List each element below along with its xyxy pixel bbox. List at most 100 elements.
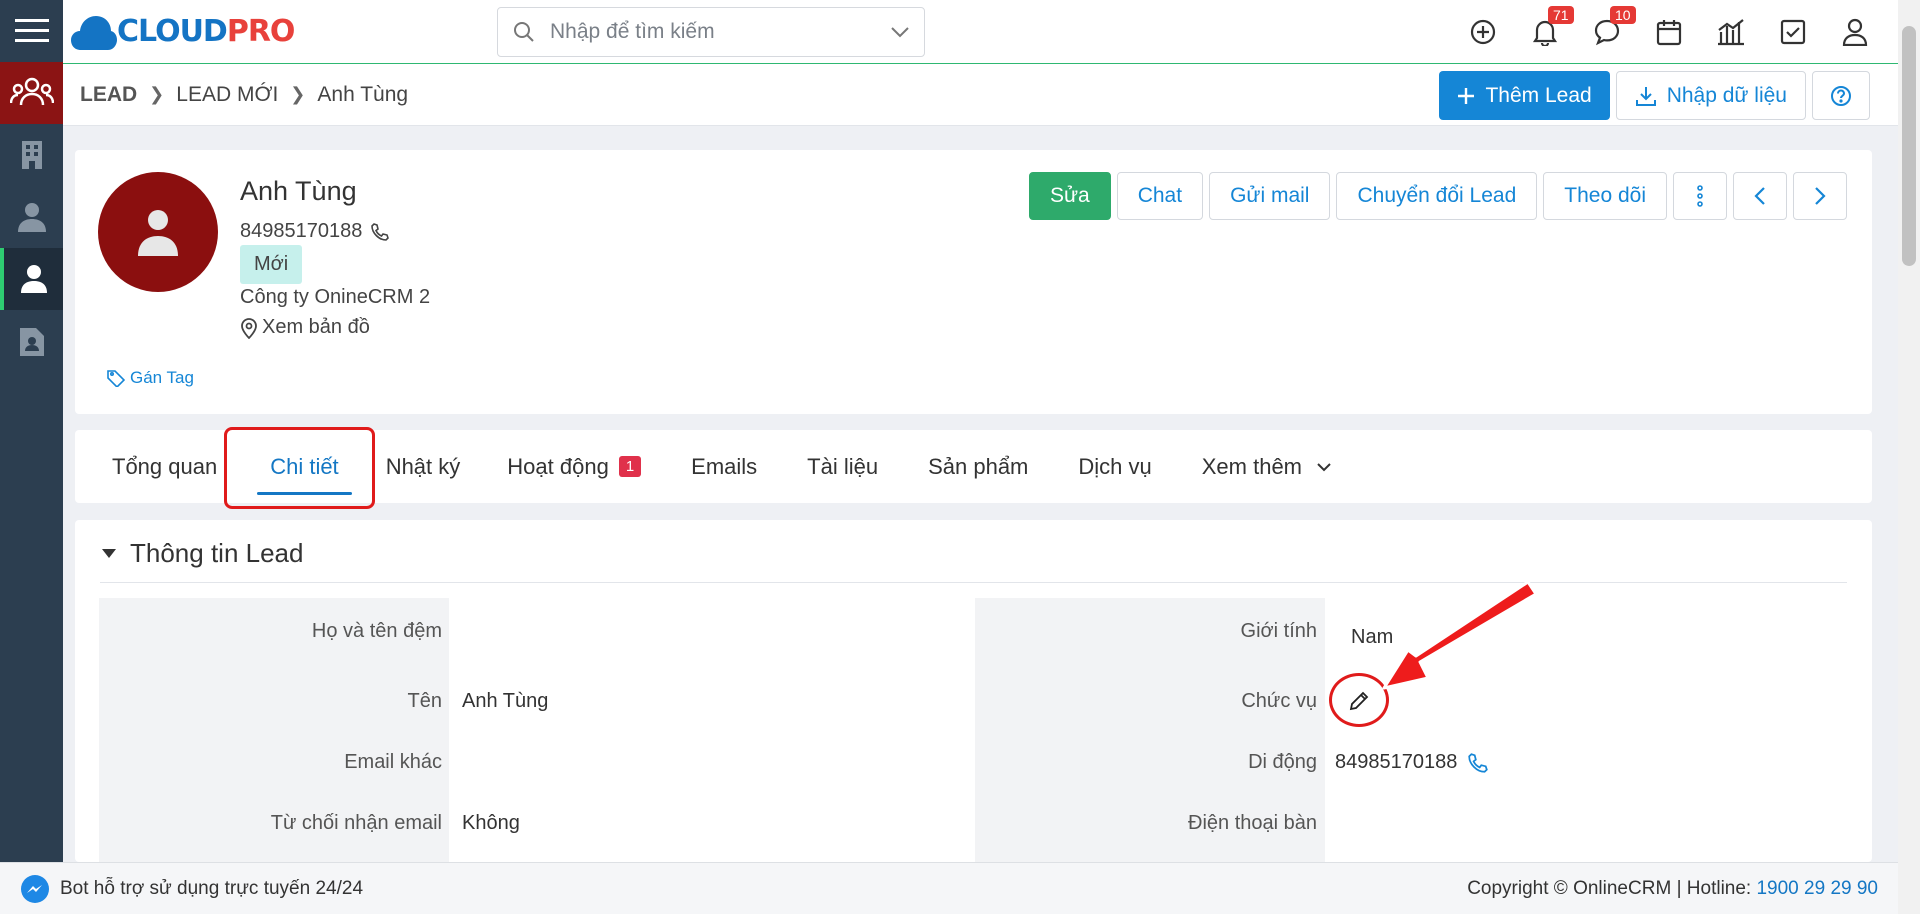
breadcrumb: LEAD ❯ LEAD MỚI ❯ Anh Tùng	[80, 83, 408, 107]
map-pin-icon	[241, 317, 257, 339]
notifications-button[interactable]: 71	[1514, 0, 1576, 64]
field-value-mobile[interactable]: 84985170188	[1335, 751, 1489, 774]
messenger-icon	[21, 874, 49, 903]
hotline-label: Hotline:	[1686, 877, 1752, 899]
chevron-down-icon[interactable]	[890, 26, 910, 38]
search-icon	[514, 22, 534, 42]
logo-text: CLOUDPRO	[117, 14, 295, 49]
sidebar	[0, 0, 63, 862]
section-header[interactable]: Thông tin Lead	[102, 538, 303, 569]
header-actions: Thêm Lead Nhập dữ liệu	[1439, 71, 1870, 120]
quick-add-button[interactable]	[1452, 0, 1514, 64]
previous-record-button[interactable]	[1733, 172, 1787, 220]
tab-activities-label: Hoạt động	[507, 453, 609, 479]
support-bot-text: Bot hỗ trợ sử dụng trực tuyến 24/24	[60, 877, 364, 899]
notifications-count-badge: 71	[1548, 6, 1574, 24]
breadcrumb-lead[interactable]: LEAD	[80, 83, 137, 107]
phone-icon[interactable]	[1467, 752, 1489, 774]
status-badge: Mới	[240, 245, 303, 284]
chevron-right-icon	[1815, 187, 1826, 205]
plus-icon	[1458, 87, 1475, 104]
chevron-left-icon	[1754, 187, 1765, 205]
breadcrumb-new-lead[interactable]: LEAD MỚI	[176, 83, 278, 107]
chevron-right-icon: ❯	[290, 84, 306, 104]
calendar-icon	[1656, 20, 1682, 46]
person-avatar-icon	[138, 210, 178, 256]
sidebar-item-documents[interactable]	[0, 310, 63, 372]
tab-more-label: Xem thêm	[1201, 453, 1303, 479]
contact-card-icon	[19, 328, 44, 356]
page-scrollbar[interactable]	[1898, 0, 1920, 914]
hotline-number[interactable]: 1900 29 29 90	[1756, 878, 1878, 899]
sidebar-item-organizations[interactable]	[0, 124, 63, 186]
lead-info-section: Thông tin Lead Họ và tên đệm Tên Anh Tùn…	[75, 520, 1872, 862]
sidebar-item-leads-group[interactable]	[0, 62, 63, 124]
global-search-input[interactable]: Nhập để tìm kiếm	[497, 7, 925, 57]
messages-button[interactable]: 10	[1576, 0, 1638, 64]
tab-documents[interactable]: Tài liệu	[787, 430, 908, 503]
field-label-other-email: Email khác	[344, 751, 442, 773]
sidebar-item-leads[interactable]	[0, 248, 63, 310]
help-icon	[1831, 85, 1851, 106]
users-icon	[9, 77, 54, 106]
import-data-label: Nhập dữ liệu	[1666, 83, 1787, 107]
user-menu-button[interactable]	[1824, 0, 1886, 64]
annotation-arrow-icon	[1382, 580, 1538, 690]
tag-icon	[107, 370, 125, 387]
assign-tag-label: Gán Tag	[130, 368, 194, 387]
caret-down-icon	[102, 548, 116, 558]
view-map-link[interactable]: Xem bản đồ	[240, 316, 370, 339]
tab-overview[interactable]: Tổng quan	[75, 430, 237, 503]
chat-button[interactable]: Chat	[1116, 172, 1204, 220]
field-value-first-name[interactable]: Anh Tùng	[462, 690, 548, 713]
reports-button[interactable]	[1700, 0, 1762, 64]
activities-count-badge: 1	[618, 456, 642, 477]
edit-button[interactable]: Sửa	[1028, 172, 1111, 220]
tab-emails[interactable]: Emails	[671, 430, 787, 503]
cloud-logo-icon	[71, 15, 117, 50]
lead-company: Công ty OnineCRM 2	[240, 286, 431, 308]
tasks-button[interactable]	[1762, 0, 1824, 64]
contact-person-icon	[17, 203, 46, 232]
top-icon-bar: 71 10	[1452, 0, 1886, 64]
tab-history[interactable]: Nhật ký	[372, 430, 488, 503]
convert-lead-button[interactable]: Chuyển đổi Lead	[1336, 172, 1538, 220]
tab-services[interactable]: Dịch vụ	[1058, 430, 1181, 503]
plus-circle-icon	[1470, 19, 1496, 45]
avatar	[98, 172, 218, 292]
import-data-button[interactable]: Nhập dữ liệu	[1615, 71, 1806, 120]
field-value-email-opt-out[interactable]: Không	[462, 812, 520, 835]
lead-phone-number: 84985170188	[240, 220, 363, 242]
menu-toggle-button[interactable]	[0, 0, 63, 62]
next-record-button[interactable]	[1793, 172, 1847, 220]
tab-more[interactable]: Xem thêm	[1182, 430, 1352, 503]
sidebar-item-contacts[interactable]	[0, 186, 63, 248]
send-mail-button[interactable]: Gửi mail	[1209, 172, 1331, 220]
tab-activities[interactable]: Hoạt động 1	[487, 430, 671, 503]
profile-actions: Sửa Chat Gửi mail Chuyển đổi Lead Theo d…	[1028, 172, 1847, 220]
footer-separator: |	[1676, 877, 1682, 899]
calendar-button[interactable]	[1638, 0, 1700, 64]
scrollbar-thumb[interactable]	[1902, 26, 1916, 266]
user-icon	[1842, 18, 1868, 46]
field-label-email-opt-out: Từ chối nhận email	[270, 812, 442, 834]
support-bot-link[interactable]: Bot hỗ trợ sử dụng trực tuyến 24/24	[20, 874, 363, 904]
cloudpro-logo[interactable]: CLOUDPRO	[71, 12, 301, 52]
phone-icon[interactable]	[370, 222, 390, 242]
divider	[100, 582, 1847, 583]
copyright-text: Copyright © OnlineCRM	[1467, 877, 1672, 899]
add-lead-button[interactable]: Thêm Lead	[1439, 71, 1610, 120]
follow-button[interactable]: Theo dõi	[1543, 172, 1667, 220]
help-button[interactable]	[1812, 71, 1870, 120]
assign-tag-link[interactable]: Gán Tag	[107, 368, 194, 388]
chevron-right-icon: ❯	[149, 84, 165, 104]
tab-products[interactable]: Sản phẩm	[908, 430, 1058, 503]
footer: Bot hỗ trợ sử dụng trực tuyến 24/24 Copy…	[0, 862, 1898, 914]
vertical-dots-icon	[1697, 185, 1703, 207]
field-label-gender: Giới tính	[1240, 620, 1317, 642]
field-label-mobile: Di động	[1248, 751, 1317, 773]
lead-phone: 84985170188	[240, 220, 390, 243]
more-actions-button[interactable]	[1673, 172, 1727, 220]
section-title: Thông tin Lead	[130, 538, 304, 568]
breadcrumb-bar: LEAD ❯ LEAD MỚI ❯ Anh Tùng Thêm Lead Nhậ…	[63, 64, 1898, 126]
